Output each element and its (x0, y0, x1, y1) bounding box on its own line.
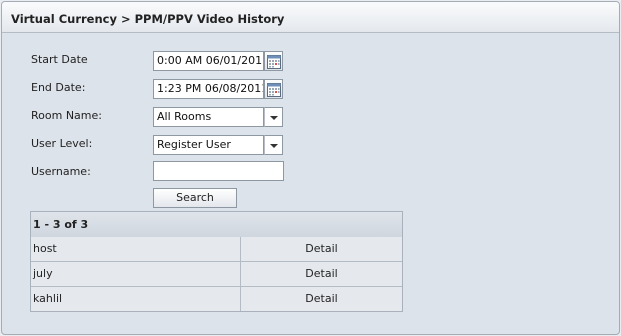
user-level-dropdown-button[interactable] (264, 135, 283, 155)
results-count: 1 - 3 of 3 (33, 218, 89, 231)
calendar-icon (267, 55, 281, 69)
end-date-calendar-button[interactable] (264, 79, 283, 99)
detail-link[interactable]: Detail (241, 242, 402, 255)
search-button[interactable]: Search (153, 188, 237, 208)
detail-link[interactable]: Detail (241, 267, 402, 280)
calendar-icon (267, 83, 281, 97)
username-cell: host (33, 242, 57, 255)
page-title: Virtual Currency > PPM/PPV Video History (11, 12, 285, 26)
room-name-dropdown-button[interactable] (264, 107, 283, 127)
username-cell: july (33, 267, 53, 280)
table-row: kahlil Detail (31, 287, 402, 311)
room-name-label: Room Name: (31, 109, 102, 122)
end-date-input[interactable]: 1:23 PM 06/08/2011 (153, 79, 264, 99)
user-level-label: User Level: (31, 137, 93, 150)
results-header: 1 - 3 of 3 (31, 212, 402, 238)
detail-link[interactable]: Detail (241, 292, 402, 305)
room-name-select[interactable]: All Rooms (153, 107, 264, 127)
table-row: july Detail (31, 262, 402, 287)
username-cell: kahlil (33, 292, 63, 305)
video-history-panel: Virtual Currency > PPM/PPV Video History… (1, 1, 620, 335)
start-date-calendar-button[interactable] (264, 51, 283, 71)
panel-header: Virtual Currency > PPM/PPV Video History (2, 2, 619, 33)
start-date-label: Start Date (31, 53, 88, 66)
end-date-label: End Date: (31, 81, 86, 94)
table-row: host Detail (31, 237, 402, 262)
start-date-input[interactable]: 0:00 AM 06/01/2011 (153, 51, 264, 71)
username-label: Username: (31, 165, 91, 178)
username-input[interactable] (153, 161, 284, 181)
results-table: 1 - 3 of 3 host Detail july Detail kahli… (30, 211, 403, 312)
user-level-select[interactable]: Register User (153, 135, 264, 155)
